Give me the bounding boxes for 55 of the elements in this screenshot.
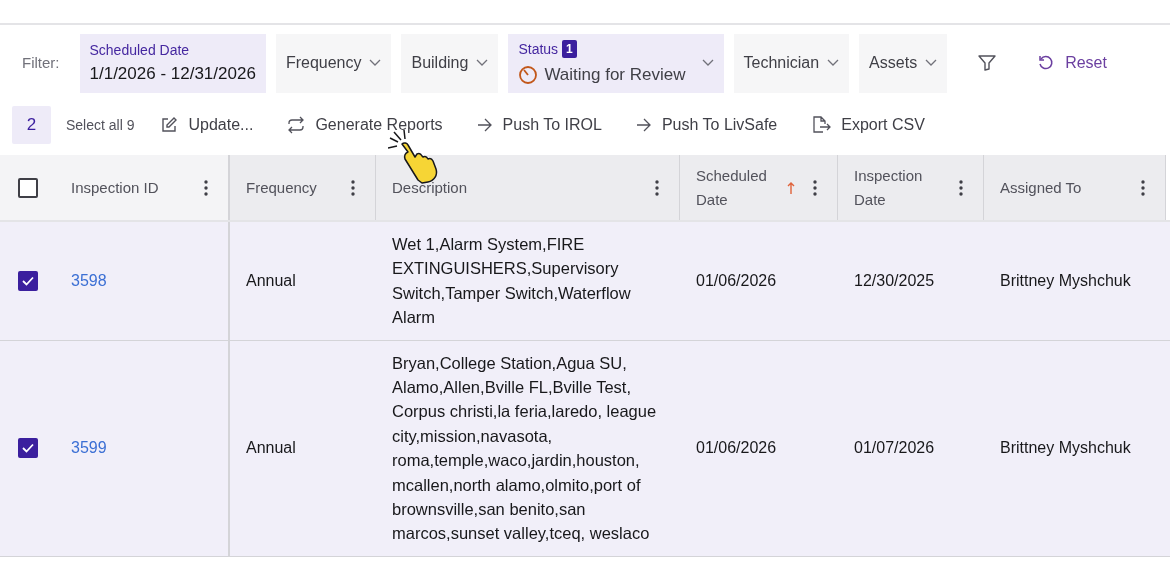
action-button[interactable]: Generate Reports <box>287 113 443 137</box>
more-vertical-icon[interactable] <box>204 179 208 196</box>
chevron-down-icon <box>925 59 938 67</box>
filter-dropdown[interactable]: Building <box>401 33 499 93</box>
more-vertical-icon[interactable] <box>1141 179 1145 196</box>
more-vertical-icon[interactable] <box>813 179 817 196</box>
action-button[interactable]: Push To IROL <box>476 113 602 137</box>
reset-button[interactable]: Reset <box>1037 51 1107 75</box>
filter-dropdown[interactable]: Scheduled Date 1/1/2026 - 12/31/2026 <box>79 33 266 93</box>
count-badge: 1 <box>562 40 577 59</box>
filter-dropdown[interactable]: Assets <box>859 33 948 93</box>
column-header[interactable]: Description <box>392 175 468 200</box>
more-vertical-icon[interactable] <box>959 179 963 196</box>
inspection-link[interactable]: 3599 <box>71 436 107 461</box>
filter-icon[interactable] <box>977 53 998 73</box>
row-checkbox[interactable] <box>17 438 38 459</box>
table-cell-text: 01/06/2026 <box>696 438 777 459</box>
export-file-icon <box>811 115 832 135</box>
filter-dropdown[interactable]: Technician <box>733 33 850 93</box>
column-header[interactable]: Assigned To <box>1000 175 1082 200</box>
chevron-down-icon <box>701 59 714 67</box>
filter-dropdown[interactable]: Frequency <box>275 33 392 93</box>
table-cell-text: Wet 1,Alarm System,FIRE EXTINGUISHERS,Supervisory Switch,Tamper Switch,Waterflow Alarm <box>392 234 632 329</box>
table-cell-text: Annual <box>246 270 296 291</box>
inspection-link[interactable]: 3598 <box>71 268 107 293</box>
chevron-down-icon <box>476 59 489 67</box>
table-cell-text: Annual <box>246 438 296 459</box>
table-cell-text: 12/30/2025 <box>854 270 935 291</box>
chevron-down-icon <box>369 59 382 67</box>
refresh-icon <box>287 116 306 134</box>
check-icon <box>21 443 34 454</box>
column-header[interactable]: Inspection ID <box>71 175 159 200</box>
action-button[interactable]: Update... <box>160 113 254 137</box>
table-cell-text: Bryan,College Station,Agua SU, Alamo,Allen,Bville FL,Bville Test, Corpus christi,la feria,laredo, league city,mission,navasota, roma,temple,waco,jardin,houston, mcallen,north alamo,olmito,port of brownsville,san benito,san marcos,sunset valley,tceq, weslaco <box>392 352 658 545</box>
edit-icon <box>160 116 179 134</box>
action-button[interactable]: Push To LivSafe <box>635 113 778 137</box>
table-cell-text: Brittney Myshchuk <box>1000 438 1131 459</box>
chevron-down-icon <box>827 59 840 67</box>
table-cell-text: 01/06/2026 <box>696 270 777 291</box>
more-vertical-icon[interactable] <box>351 179 355 196</box>
selected-count: 2 <box>12 106 51 144</box>
select-all-checkbox[interactable] <box>17 177 38 198</box>
table-cell-text: 01/07/2026 <box>854 438 935 459</box>
row-checkbox[interactable] <box>17 270 38 291</box>
arrow-right-icon <box>635 118 652 132</box>
check-icon <box>21 275 34 286</box>
more-vertical-icon[interactable] <box>655 179 659 196</box>
table-cell-text: Brittney Myshchuk <box>1000 270 1131 291</box>
arrow-right-icon <box>476 118 493 132</box>
action-button[interactable]: Export CSV <box>811 113 925 137</box>
filter-label: Filter: <box>22 52 60 73</box>
column-header[interactable]: Frequency <box>246 175 317 200</box>
filter-dropdown[interactable]: Status 1 Waiting for Review <box>508 33 724 93</box>
select-all-button[interactable]: Select all 9 <box>66 114 135 136</box>
timer-icon <box>518 64 539 85</box>
